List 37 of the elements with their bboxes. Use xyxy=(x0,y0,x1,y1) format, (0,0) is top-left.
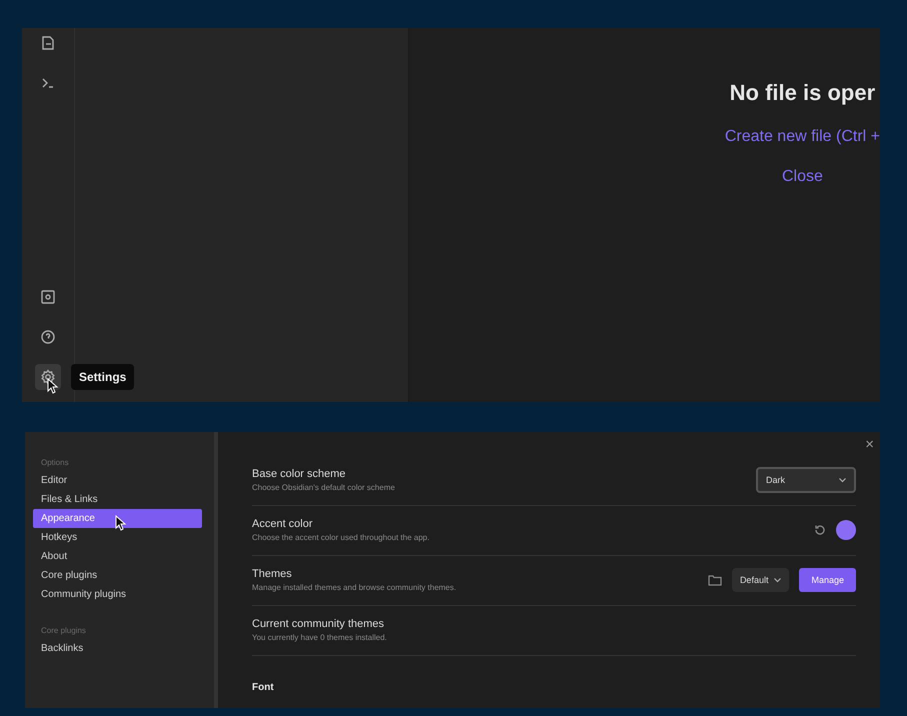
dropdown[interactable]: Default xyxy=(732,568,790,592)
nav-item[interactable]: Files & Links xyxy=(37,490,202,509)
document-icon xyxy=(40,35,56,51)
color-swatch[interactable] xyxy=(836,520,856,540)
manage-button[interactable]: Manage xyxy=(799,568,856,592)
caret-icon xyxy=(774,578,782,582)
setting-description: You currently have 0 themes installed. xyxy=(252,633,387,642)
tooltip: Settings xyxy=(71,364,134,390)
empty-state-title: No file is oper xyxy=(730,80,876,106)
nav-item[interactable]: About xyxy=(37,547,202,566)
caret-icon xyxy=(839,478,846,482)
action-link[interactable]: Close xyxy=(782,168,823,186)
setting-description: Manage installed themes and browse community themes. xyxy=(252,583,456,592)
nav-item[interactable]: Core plugins xyxy=(37,566,202,585)
nav-item[interactable]: Backlinks xyxy=(37,639,202,658)
cursor-icon xyxy=(115,515,127,531)
nav-heading: Core plugins xyxy=(40,625,87,637)
nav-item[interactable]: Community plugins xyxy=(37,585,202,604)
nav-item[interactable]: Hotkeys xyxy=(37,528,202,547)
nav-heading: Options xyxy=(40,457,70,469)
action-link[interactable]: Create new file (Ctrl + xyxy=(724,128,880,146)
settings-icon xyxy=(40,369,56,385)
setting-description: Choose Obsidian's default color scheme xyxy=(252,483,395,492)
setting-description: Choose the accent color used throughout the app. xyxy=(252,533,430,542)
setting-title: Accent color xyxy=(252,518,314,530)
setting-title: Current community themes xyxy=(252,618,386,630)
folder-icon[interactable] xyxy=(708,574,722,586)
close-button[interactable]: × xyxy=(861,436,878,453)
nav-item[interactable]: Editor xyxy=(37,471,202,490)
cursor-icon xyxy=(47,378,59,394)
setting-title: Base color scheme xyxy=(252,468,347,480)
dropdown[interactable]: Dark xyxy=(756,467,856,493)
help-icon xyxy=(40,329,56,345)
reset-icon[interactable] xyxy=(814,524,826,536)
nav-item[interactable]: Appearance xyxy=(33,509,202,528)
section-heading: Font xyxy=(252,681,275,695)
setting-title: Themes xyxy=(252,568,293,580)
